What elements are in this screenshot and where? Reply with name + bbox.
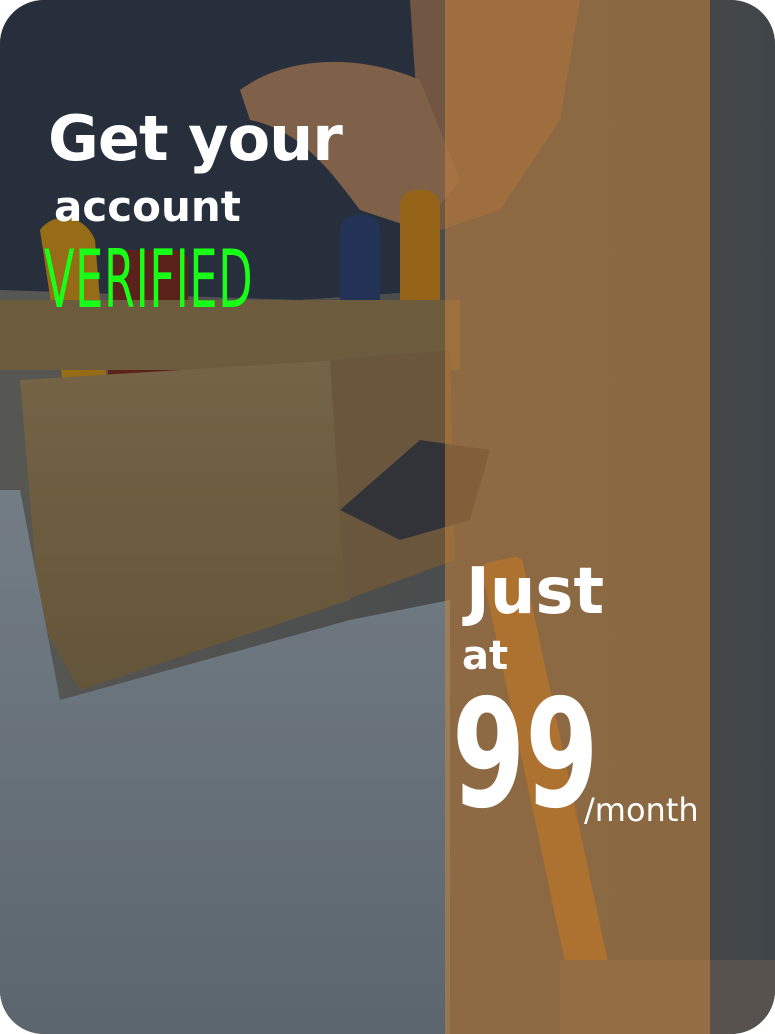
headline-get-your: Get your (48, 102, 343, 175)
offer-just: Just (466, 555, 605, 629)
promo-card: Get your account VERIFIED Just at 99 /mo… (0, 0, 775, 1034)
headline-account: account (54, 182, 241, 231)
headline-verified: VERIFIED (44, 233, 254, 326)
offer-unit: /month (584, 791, 699, 829)
price-band (445, 0, 710, 1034)
offer-amount: 99 (452, 668, 599, 842)
